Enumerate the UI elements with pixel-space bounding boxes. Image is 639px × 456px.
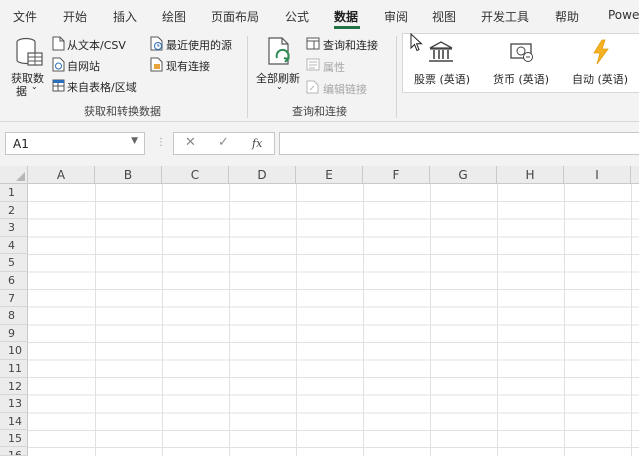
row-header-15[interactable]: 15: [0, 430, 28, 448]
chevron-down-icon: ⌄: [31, 82, 38, 91]
tab-insert[interactable]: 插入: [113, 8, 137, 25]
worksheet-grid[interactable]: A B C D E F G H I 1 2 3 4 5 6 7 8 9 10 1…: [0, 166, 639, 456]
data-types-gallery: 股票 (英语) 货币 (英语) 自动 (英语): [402, 33, 639, 93]
column-header-g[interactable]: G: [430, 166, 497, 184]
select-all-button[interactable]: [0, 166, 28, 184]
mouse-pointer-icon: [410, 33, 423, 52]
recent-source-icon: [150, 36, 163, 51]
row-header-2[interactable]: 2: [0, 201, 28, 220]
tab-page-layout[interactable]: 页面布局: [211, 8, 259, 25]
web-icon: [52, 57, 65, 72]
chevron-down-icon[interactable]: ▼: [131, 136, 138, 146]
row-header-1[interactable]: 1: [0, 184, 28, 202]
row-header-11[interactable]: 11: [0, 360, 28, 378]
enter-icon[interactable]: ✓: [218, 135, 229, 150]
row-header-5[interactable]: 5: [0, 254, 28, 272]
tab-help[interactable]: 帮助: [555, 8, 579, 25]
currencies-label: 货币 (英语): [493, 73, 550, 86]
table-icon: [52, 79, 65, 92]
formula-bar-area: A1 ▼ ⋮ ✕ ✓ fx: [0, 122, 639, 166]
row-header-8[interactable]: 8: [0, 307, 28, 325]
recent-sources-label: 最近使用的源: [166, 39, 232, 52]
chevron-down-icon: ⌄: [276, 82, 283, 91]
column-header-e[interactable]: E: [296, 166, 363, 184]
row-header-3[interactable]: 3: [0, 219, 28, 237]
properties-icon: [306, 58, 320, 71]
from-web-label: 自网站: [67, 60, 100, 73]
tab-view[interactable]: 视图: [432, 8, 456, 25]
tab-formulas[interactable]: 公式: [285, 8, 309, 25]
drag-handle-icon[interactable]: ⋮: [156, 137, 166, 148]
queries-group-label: 查询和连接: [292, 105, 347, 118]
edit-links-label: 编辑链接: [323, 83, 367, 96]
refresh-icon: [268, 37, 290, 65]
group-divider: [396, 36, 397, 118]
existing-connections-label: 现有连接: [166, 60, 210, 73]
query-pane-icon: [306, 37, 320, 50]
row-header-12[interactable]: 12: [0, 377, 28, 396]
edit-links-icon: [306, 80, 319, 94]
stocks-label: 股票 (英语): [414, 73, 471, 86]
row-header-6[interactable]: 6: [0, 272, 28, 290]
formula-buttons: ✕ ✓ fx: [173, 132, 275, 155]
active-tab-indicator: [334, 26, 360, 29]
column-header-c[interactable]: C: [162, 166, 229, 184]
get-transform-group-label: 获取和转换数据: [84, 105, 161, 118]
tab-review[interactable]: 审阅: [384, 8, 408, 25]
from-text-csv-label: 从文本/CSV: [67, 39, 126, 52]
row-header-7[interactable]: 7: [0, 289, 28, 308]
formula-input[interactable]: [279, 132, 639, 155]
insert-function-icon[interactable]: fx: [252, 137, 262, 150]
tab-draw[interactable]: 绘图: [162, 8, 186, 25]
name-box[interactable]: A1 ▼: [5, 132, 145, 155]
cancel-icon[interactable]: ✕: [185, 135, 196, 150]
tab-home[interactable]: 开始: [63, 8, 87, 25]
tab-file[interactable]: 文件: [13, 8, 37, 25]
group-divider: [247, 36, 248, 118]
row-header-9[interactable]: 9: [0, 324, 28, 343]
row-header-14[interactable]: 14: [0, 412, 28, 431]
column-header-partial[interactable]: [631, 166, 639, 184]
row-header-16[interactable]: 16: [0, 447, 28, 456]
column-header-f[interactable]: F: [363, 166, 430, 184]
get-data-label-line2: 据: [16, 85, 27, 98]
column-header-d[interactable]: D: [229, 166, 296, 184]
column-header-h[interactable]: H: [497, 166, 564, 184]
name-box-value: A1: [13, 137, 29, 151]
currency-icon: [510, 43, 533, 62]
queries-connections-label: 查询和连接: [323, 39, 378, 52]
row-header-4[interactable]: 4: [0, 236, 28, 255]
cell-gridlines: [28, 184, 639, 456]
column-header-b[interactable]: B: [95, 166, 162, 184]
column-header-a[interactable]: A: [28, 166, 95, 184]
tab-data[interactable]: 数据: [334, 8, 358, 25]
bank-icon: [429, 41, 453, 62]
row-header-10[interactable]: 10: [0, 342, 28, 360]
database-icon: [16, 37, 43, 66]
from-table-label: 来自表格/区域: [67, 81, 137, 94]
text-file-icon: [52, 36, 65, 51]
tab-developer[interactable]: 开发工具: [481, 8, 529, 25]
existing-connection-icon: [150, 57, 163, 72]
ribbon-tab-bar: 文件 开始 插入 绘图 页面布局 公式 数据 审阅 视图 开发工具 帮助 Pow…: [0, 0, 639, 30]
lightning-icon: [593, 39, 609, 65]
row-header-13[interactable]: 13: [0, 395, 28, 413]
select-all-triangle-icon: [16, 172, 25, 181]
ribbon-data-panel: 获取数 据 ⌄ 从文本/CSV 自网站 来自表格/区域 最近使用的源 现有连接 …: [0, 30, 639, 122]
properties-label: 属性: [323, 61, 345, 74]
column-header-i[interactable]: I: [564, 166, 631, 184]
tab-power[interactable]: Powe: [608, 8, 639, 22]
automatic-label: 自动 (英语): [572, 73, 629, 86]
